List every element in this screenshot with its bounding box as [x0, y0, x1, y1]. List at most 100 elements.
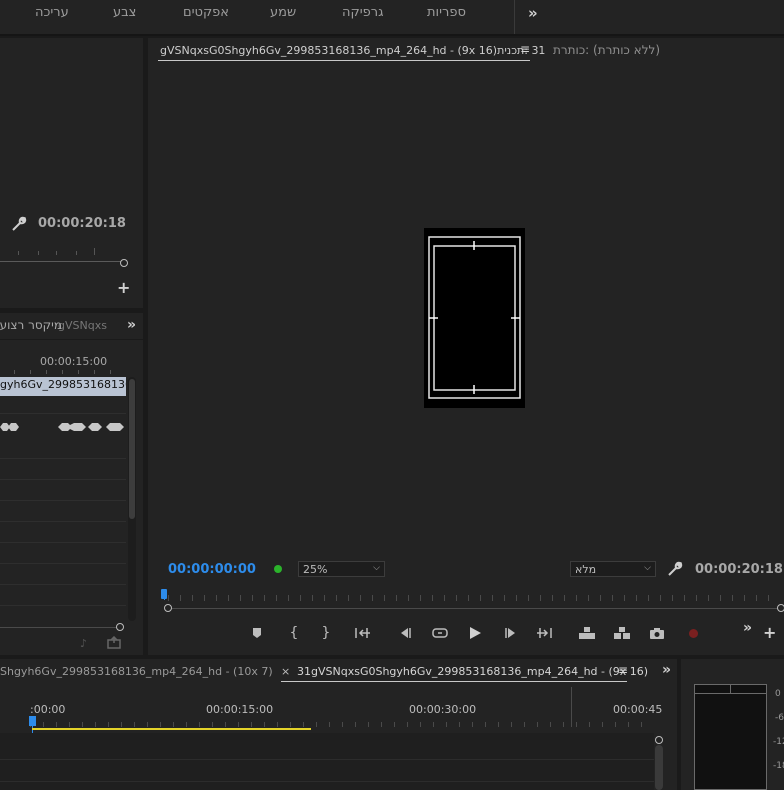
go-to-in-button[interactable] — [353, 623, 373, 643]
program-scroll-handle-right[interactable] — [777, 604, 784, 612]
timeline-ruler-label: :00:00 — [30, 703, 66, 716]
bin-scroll-handle[interactable] — [116, 623, 124, 631]
panel-menu-icon[interactable]: ≡ — [618, 663, 628, 677]
bin-clip[interactable]: gyh6Gv_299853168136_ — [0, 377, 126, 396]
record-icon — [688, 628, 698, 638]
bin-panel: gVSNqxs מיקסר רצוע » 00:00:15:00 gyh6Gv_… — [0, 313, 143, 655]
program-scroll-handle-left[interactable] — [164, 604, 172, 612]
lift-icon — [579, 627, 595, 639]
close-tab-icon[interactable]: × — [281, 665, 290, 678]
program-title-label: (ללא כותרת) :כותרת — [553, 43, 661, 57]
timeline-tab-inactive[interactable]: Shgyh6Gv_299853168136_mp4_264_hd - (10x … — [0, 665, 273, 678]
source-scrub-bar[interactable] — [0, 261, 122, 262]
export-frame-button[interactable] — [647, 623, 667, 643]
program-monitor-tab[interactable]: 31 :תכניתgVSNqxsG0Shgyh6Gv_299853168136_… — [160, 44, 545, 57]
chevron-down-icon: ⌵ — [373, 563, 380, 573]
timeline-playhead[interactable] — [29, 716, 36, 726]
play-icon — [470, 627, 481, 639]
transport-overflow-icon[interactable]: » — [743, 620, 752, 636]
marker-icon — [253, 628, 261, 638]
program-video-frame[interactable] — [424, 228, 525, 408]
program-scroll-bar[interactable] — [168, 608, 780, 609]
mark-in-button[interactable]: { — [284, 623, 304, 643]
timeline-scroll-handle[interactable] — [655, 736, 663, 744]
workspace-tab-audio[interactable]: שמע — [270, 5, 296, 20]
chevron-down-icon: ⌵ — [644, 563, 651, 573]
workspace-tab-effects[interactable]: אפקטים — [183, 5, 229, 20]
go-to-in-icon — [355, 628, 370, 638]
workspace-tab-libraries[interactable]: ספריות — [427, 5, 466, 20]
bin-title-fragment: gVSNqxs — [58, 319, 107, 332]
audio-meter-panel: 0 -6 -12 -18 — [681, 659, 784, 790]
timeline-ruler[interactable] — [30, 722, 654, 727]
zoom-dropdown[interactable]: 25% ⌵ — [298, 561, 385, 577]
mark-in-icon: { — [289, 625, 299, 641]
timeline-vertical-scrollbar[interactable] — [655, 745, 663, 790]
zoom-value: 25% — [303, 563, 328, 576]
music-note-icon[interactable]: ♪ — [80, 637, 87, 650]
record-button[interactable] — [683, 623, 703, 643]
safe-margins-overlay — [428, 236, 521, 399]
add-marker-button[interactable] — [247, 623, 267, 643]
program-monitor-panel: 31 :תכניתgVSNqxsG0Shgyh6Gv_299853168136_… — [148, 38, 784, 655]
meter-label: -6 — [775, 713, 784, 723]
step-back-button[interactable] — [395, 623, 415, 643]
timeline-panel: Shgyh6Gv_299853168136_mp4_264_hd - (10x … — [0, 659, 677, 790]
bin-overflow-icon[interactable]: » — [127, 317, 136, 333]
program-duration: 00:00:20:18 — [695, 562, 783, 577]
camera-icon — [650, 628, 664, 639]
timeline-tab-active[interactable]: 31gVSNqxsG0Shgyh6Gv_299853168136_mp4_264… — [297, 665, 648, 678]
timeline-tab-underline — [281, 681, 627, 682]
bin-scroll-thumb[interactable] — [129, 379, 135, 519]
timeline-ruler-label: 00:00:30:00 — [409, 703, 477, 716]
wrench-icon[interactable] — [667, 561, 683, 577]
extract-button[interactable] — [612, 623, 632, 643]
source-scroll-handle[interactable] — [120, 259, 128, 267]
work-area-bar[interactable] — [32, 728, 311, 730]
panel-menu-icon[interactable]: ≡ — [520, 42, 530, 56]
program-tab-underline — [158, 60, 530, 61]
quality-dropdown[interactable]: מלא ⌵ — [570, 561, 656, 577]
keyframe-track[interactable] — [0, 419, 128, 435]
mark-out-icon: } — [321, 625, 331, 641]
add-button-icon[interactable]: + — [117, 278, 130, 297]
meter-label: -12 — [773, 737, 784, 747]
loop-icon — [432, 628, 448, 638]
meter-label: -18 — [773, 761, 784, 771]
audio-meter — [694, 684, 767, 790]
timeline-ruler-label: 00:00:45 — [613, 703, 663, 716]
workspace-tab-graphics[interactable]: גרפיקה — [342, 5, 383, 20]
step-forward-icon — [505, 628, 515, 638]
bin-vertical-scrollbar[interactable] — [128, 377, 136, 621]
loop-button[interactable] — [430, 623, 450, 643]
meter-label: 0 — [775, 689, 781, 699]
timeline-overflow-icon[interactable]: » — [662, 662, 671, 678]
extract-icon — [614, 627, 630, 639]
program-current-time[interactable]: 00:00:00:00 — [168, 562, 256, 577]
timeline-ruler-label: 00:00:15:00 — [206, 703, 274, 716]
program-time-ruler[interactable] — [168, 595, 780, 601]
workspace-bar: עריכה צבע אפקטים שמע גרפיקה ספריות » — [0, 0, 784, 36]
workspace-overflow-icon[interactable]: » — [528, 4, 538, 22]
playback-status-dot — [274, 565, 282, 573]
step-forward-button[interactable] — [501, 623, 521, 643]
audio-mixer-tab[interactable]: מיקסר רצוע — [0, 318, 62, 332]
bin-horizontal-scrollbar[interactable] — [0, 627, 117, 628]
source-monitor-panel: 00:00:20:18 + — [0, 38, 143, 308]
lift-button[interactable] — [577, 623, 597, 643]
wrench-icon[interactable] — [11, 216, 27, 232]
bin-ruler-timecode: 00:00:15:00 — [40, 355, 108, 368]
bin-clip-label: gyh6Gv_299853168136_ — [0, 378, 126, 391]
button-editor-icon[interactable]: + — [763, 623, 776, 642]
go-to-out-button[interactable] — [534, 623, 554, 643]
workspace-tab-editing[interactable]: עריכה — [35, 5, 69, 20]
go-to-out-icon — [537, 628, 552, 638]
quality-value: מלא — [575, 563, 597, 576]
mark-out-button[interactable]: } — [316, 623, 336, 643]
export-frame-icon[interactable] — [106, 636, 122, 650]
workspace-tab-color[interactable]: צבע — [113, 5, 136, 20]
workspace-divider — [514, 0, 515, 34]
step-back-icon — [401, 628, 411, 638]
timeline-end-marker — [571, 687, 572, 727]
play-button[interactable] — [465, 623, 485, 643]
